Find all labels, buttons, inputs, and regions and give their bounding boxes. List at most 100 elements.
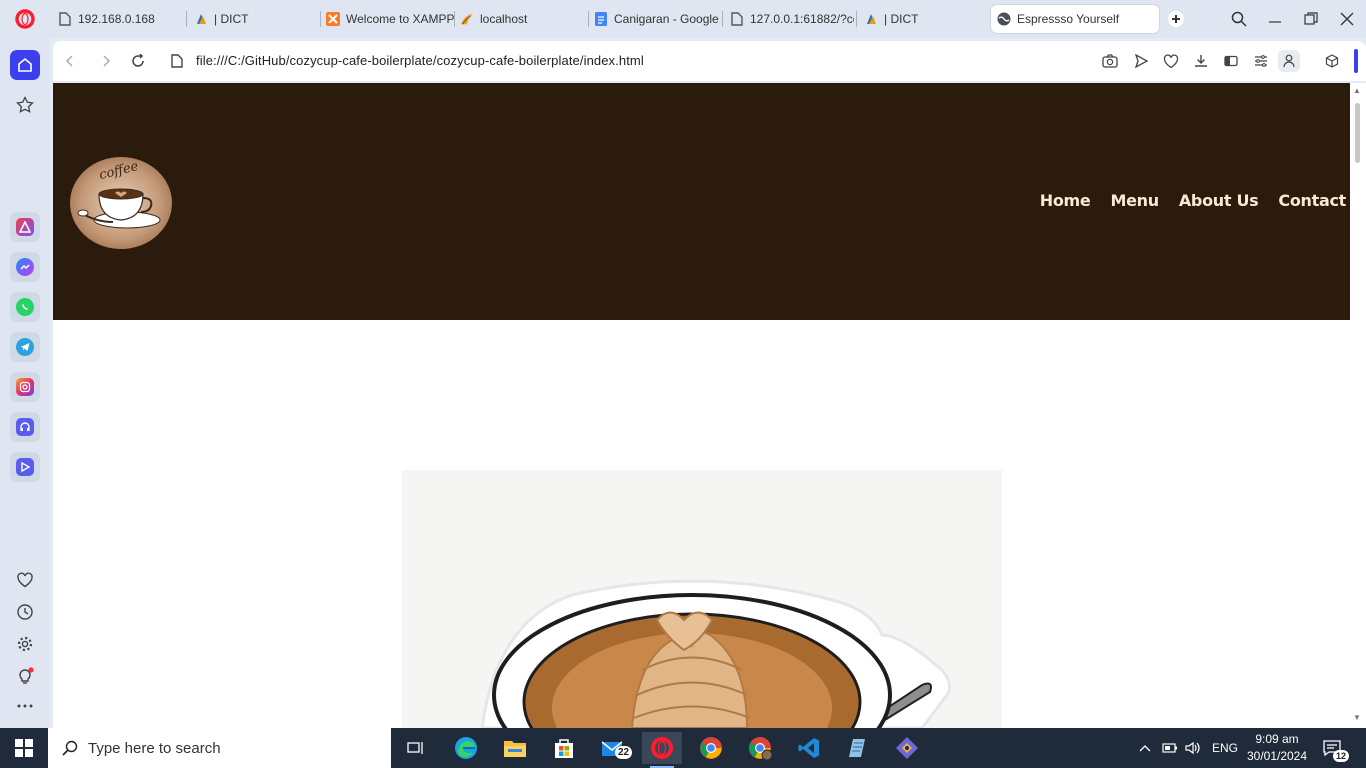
more-options-icon[interactable]: [10, 691, 40, 721]
docs-icon: [594, 12, 608, 26]
windows-taskbar: Type here to search 22 ENG 9:09 am 30/01…: [0, 728, 1366, 768]
volume-icon[interactable]: [1185, 728, 1201, 768]
tab-label: | DICT: [884, 12, 919, 26]
phpmyadmin-icon: [460, 12, 474, 26]
tab-127-0-0-1[interactable]: 127.0.0.1:61882/?co: [724, 5, 854, 33]
profile-icon[interactable]: [1278, 50, 1300, 72]
windows-start-icon[interactable]: [0, 728, 48, 768]
latte-art-hero-image: [402, 470, 1002, 728]
nav-home-link[interactable]: Home: [1040, 191, 1091, 210]
battery-icon[interactable]: [1162, 728, 1178, 768]
tab-dict-2[interactable]: | DICT: [858, 5, 988, 33]
tab-label: 192.168.0.168: [78, 12, 155, 26]
notifications-badge: 12: [1333, 750, 1350, 762]
clock-time: 9:09 am: [1255, 732, 1299, 746]
search-icon: [62, 740, 78, 756]
clock-date: 30/01/2024: [1246, 749, 1308, 763]
git-app-icon[interactable]: [887, 732, 927, 764]
extensions-cube-icon[interactable]: [1321, 50, 1343, 72]
music-player-icon[interactable]: [10, 412, 40, 442]
instagram-icon[interactable]: [10, 372, 40, 402]
opera-sidebar: [0, 38, 50, 728]
snapshot-camera-icon[interactable]: [1099, 50, 1121, 72]
edge-icon[interactable]: [446, 732, 486, 764]
tab-label: localhost: [480, 12, 528, 26]
taskbar-search-box[interactable]: Type here to search: [48, 728, 391, 768]
battery-saver-icon[interactable]: [1220, 50, 1242, 72]
aria-ai-icon[interactable]: [10, 212, 40, 242]
settings-gear-icon[interactable]: [10, 629, 40, 659]
new-tab-button[interactable]: [1165, 8, 1187, 30]
site-nav: Home Menu About Us Contact: [1040, 191, 1347, 210]
tab-label: Espressso Yourself: [1017, 12, 1120, 26]
tab-separator: [722, 11, 723, 27]
messenger-icon[interactable]: [10, 252, 40, 282]
task-view-icon[interactable]: [396, 732, 436, 764]
language-indicator[interactable]: ENG: [1212, 728, 1238, 768]
tab-label: Welcome to XAMPP: [346, 12, 454, 26]
page-scrollbar[interactable]: ▲ ▼: [1350, 83, 1366, 728]
address-bar[interactable]: file:///C:/GitHub/cozycup-cafe-boilerpla…: [196, 53, 644, 68]
home-icon[interactable]: [10, 50, 40, 80]
scroll-up-icon[interactable]: ▲: [1353, 86, 1361, 95]
notifications-icon[interactable]: 12: [1323, 728, 1350, 768]
nav-menu-link[interactable]: Menu: [1110, 191, 1159, 210]
vscode-icon[interactable]: [789, 732, 829, 764]
easy-setup-icon[interactable]: [1250, 50, 1272, 72]
forward-icon[interactable]: [95, 50, 117, 72]
tab-192-168-0-168[interactable]: 192.168.0.168: [52, 5, 182, 33]
address-toolbar: file:///C:/GitHub/cozycup-cafe-boilerpla…: [53, 41, 1366, 81]
xampp-icon: [326, 12, 340, 26]
tab-separator: [186, 11, 187, 27]
player-icon[interactable]: [10, 452, 40, 482]
microsoft-store-icon[interactable]: [544, 732, 584, 764]
tips-lightbulb-icon[interactable]: [10, 661, 40, 691]
whatsapp-icon[interactable]: [10, 292, 40, 322]
coffee-logo[interactable]: coffee: [69, 156, 173, 250]
chrome-icon[interactable]: [691, 732, 731, 764]
tab-separator: [856, 11, 857, 27]
mail-badge: 22: [615, 746, 633, 759]
opera-logo-icon[interactable]: [12, 8, 38, 30]
tab-label: Canigaran - Google: [614, 12, 719, 26]
reload-icon[interactable]: [127, 50, 149, 72]
bookmarks-heart-icon[interactable]: [10, 565, 40, 595]
tab-label: | DICT: [214, 12, 249, 26]
scroll-thumb[interactable]: [1355, 103, 1360, 163]
back-icon[interactable]: [59, 50, 81, 72]
tab-localhost[interactable]: localhost: [454, 5, 584, 33]
telegram-icon[interactable]: [10, 332, 40, 362]
system-clock[interactable]: 9:09 am 30/01/2024: [1242, 731, 1312, 765]
show-hidden-icons-icon[interactable]: [1139, 728, 1151, 768]
search-tabs-icon[interactable]: [1228, 8, 1250, 30]
file-page-icon[interactable]: [166, 50, 188, 72]
dict-icon: [864, 12, 878, 26]
close-window-button[interactable]: [1336, 8, 1358, 30]
history-clock-icon[interactable]: [10, 597, 40, 627]
nav-contact-link[interactable]: Contact: [1278, 191, 1346, 210]
tab-xampp[interactable]: Welcome to XAMPP: [320, 5, 454, 33]
notepad-icon[interactable]: [838, 732, 878, 764]
tab-canigaran-google[interactable]: Canigaran - Google: [588, 5, 722, 33]
nav-about-us-link[interactable]: About Us: [1179, 191, 1259, 210]
mail-icon[interactable]: 22: [593, 732, 633, 764]
download-icon[interactable]: [1190, 50, 1212, 72]
opera-taskbar-icon[interactable]: [642, 732, 682, 768]
site-header: coffee Home Menu About Us Contact: [53, 83, 1350, 320]
tab-dict[interactable]: | DICT: [188, 5, 318, 33]
chrome-profile-icon[interactable]: [740, 732, 780, 764]
speed-dial-star-icon[interactable]: [10, 90, 40, 120]
tab-strip: 192.168.0.168 | DICT Welcome to XAMPP lo…: [0, 0, 1366, 38]
minimize-button[interactable]: [1264, 8, 1286, 30]
globe-icon: [997, 12, 1011, 26]
bookmark-heart-icon[interactable]: [1160, 50, 1182, 72]
restore-button[interactable]: [1300, 8, 1322, 30]
scroll-down-icon[interactable]: ▼: [1353, 713, 1361, 722]
page-icon: [58, 12, 72, 26]
tab-label: 127.0.0.1:61882/?co: [750, 12, 854, 26]
send-flow-icon[interactable]: [1130, 50, 1152, 72]
dict-icon: [194, 12, 208, 26]
file-explorer-icon[interactable]: [495, 732, 535, 764]
page-icon: [730, 12, 744, 26]
tab-espressso-yourself[interactable]: Espressso Yourself: [991, 5, 1159, 33]
